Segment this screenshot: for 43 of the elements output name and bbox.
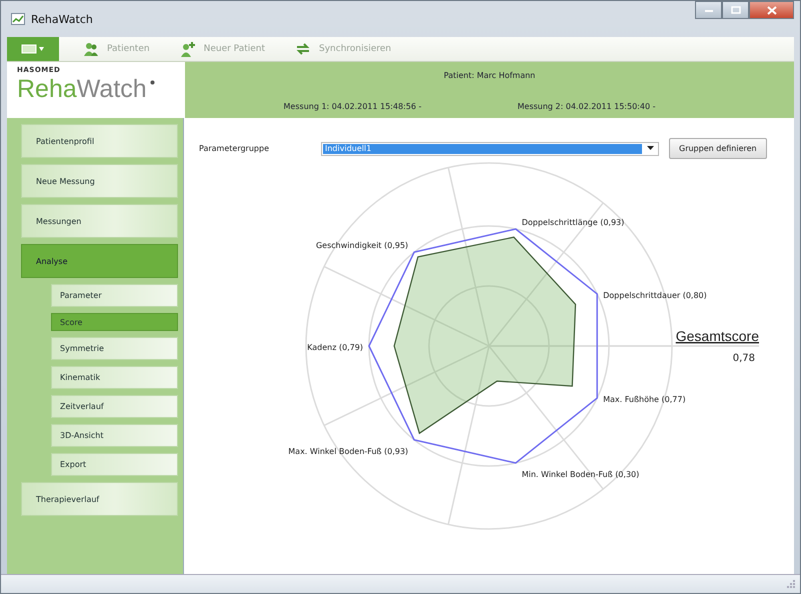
add-person-icon xyxy=(180,41,196,57)
measurement-label: Messung 1: 04.02.2011 15:48:56 - xyxy=(284,102,422,111)
nav-subitem[interactable]: Zeitverlauf xyxy=(51,395,178,418)
close-icon xyxy=(766,6,776,14)
total-score-title: Gesamtscore xyxy=(676,328,759,344)
axis-label: Min. Winkel Boden-Fuß (0,30) xyxy=(522,470,640,479)
nav-item[interactable]: Patientenprofil xyxy=(21,124,178,158)
nav-item[interactable]: Neue Messung xyxy=(21,164,178,198)
nav-subitem[interactable]: Symmetrie xyxy=(51,337,178,360)
measurement-label: Messung 2: 04.02.2011 15:50:40 - xyxy=(518,102,656,111)
axis-label: Kadenz (0,79) xyxy=(307,343,363,352)
nav-item[interactable]: Therapieverlauf xyxy=(21,482,178,516)
axis-label: Doppelschrittdauer (0,80) xyxy=(603,290,707,300)
close-button[interactable] xyxy=(749,1,794,19)
axis-label: Doppelschrittlänge (0,93) xyxy=(522,218,624,227)
maximize-button[interactable] xyxy=(722,1,749,19)
axis-label: Geschwindigkeit (0,95) xyxy=(316,241,408,250)
nav-item[interactable]: Analyse xyxy=(21,244,178,278)
patient-name: Patient: Marc Hofmann xyxy=(444,71,536,80)
logo-text: RehaWatch xyxy=(17,74,147,104)
nav-subitem[interactable]: Parameter xyxy=(51,284,178,307)
total-score-value: 0,78 xyxy=(732,353,755,364)
nav-subitem[interactable]: 3D-Ansicht xyxy=(51,424,178,447)
nav-subitem[interactable]: Score xyxy=(51,313,178,331)
people-icon xyxy=(83,41,99,57)
app-icon xyxy=(11,13,25,25)
axis-label: Max. Fußhöhe (0,77) xyxy=(603,395,686,404)
define-groups-button[interactable]: Gruppen definieren xyxy=(669,138,767,159)
menu-button[interactable] xyxy=(7,37,59,61)
caret-icon xyxy=(647,146,655,151)
menu-icon xyxy=(21,44,45,54)
minimize-button[interactable] xyxy=(695,1,722,19)
window-title: RehaWatch xyxy=(31,12,93,26)
minimize-icon xyxy=(704,7,714,13)
sync-icon xyxy=(295,41,312,57)
field-label: Parametergruppe xyxy=(199,144,270,153)
maximize-icon xyxy=(730,6,740,14)
nav-subitem[interactable]: Kinematik xyxy=(51,366,178,389)
logo-dot-icon xyxy=(150,80,155,85)
nav-subitem[interactable]: Export xyxy=(51,453,178,476)
nav-item[interactable]: Messungen xyxy=(21,204,178,238)
resize-grip-icon[interactable] xyxy=(786,579,796,589)
axis-label: Max. Winkel Boden-Fuß (0,93) xyxy=(288,446,408,456)
